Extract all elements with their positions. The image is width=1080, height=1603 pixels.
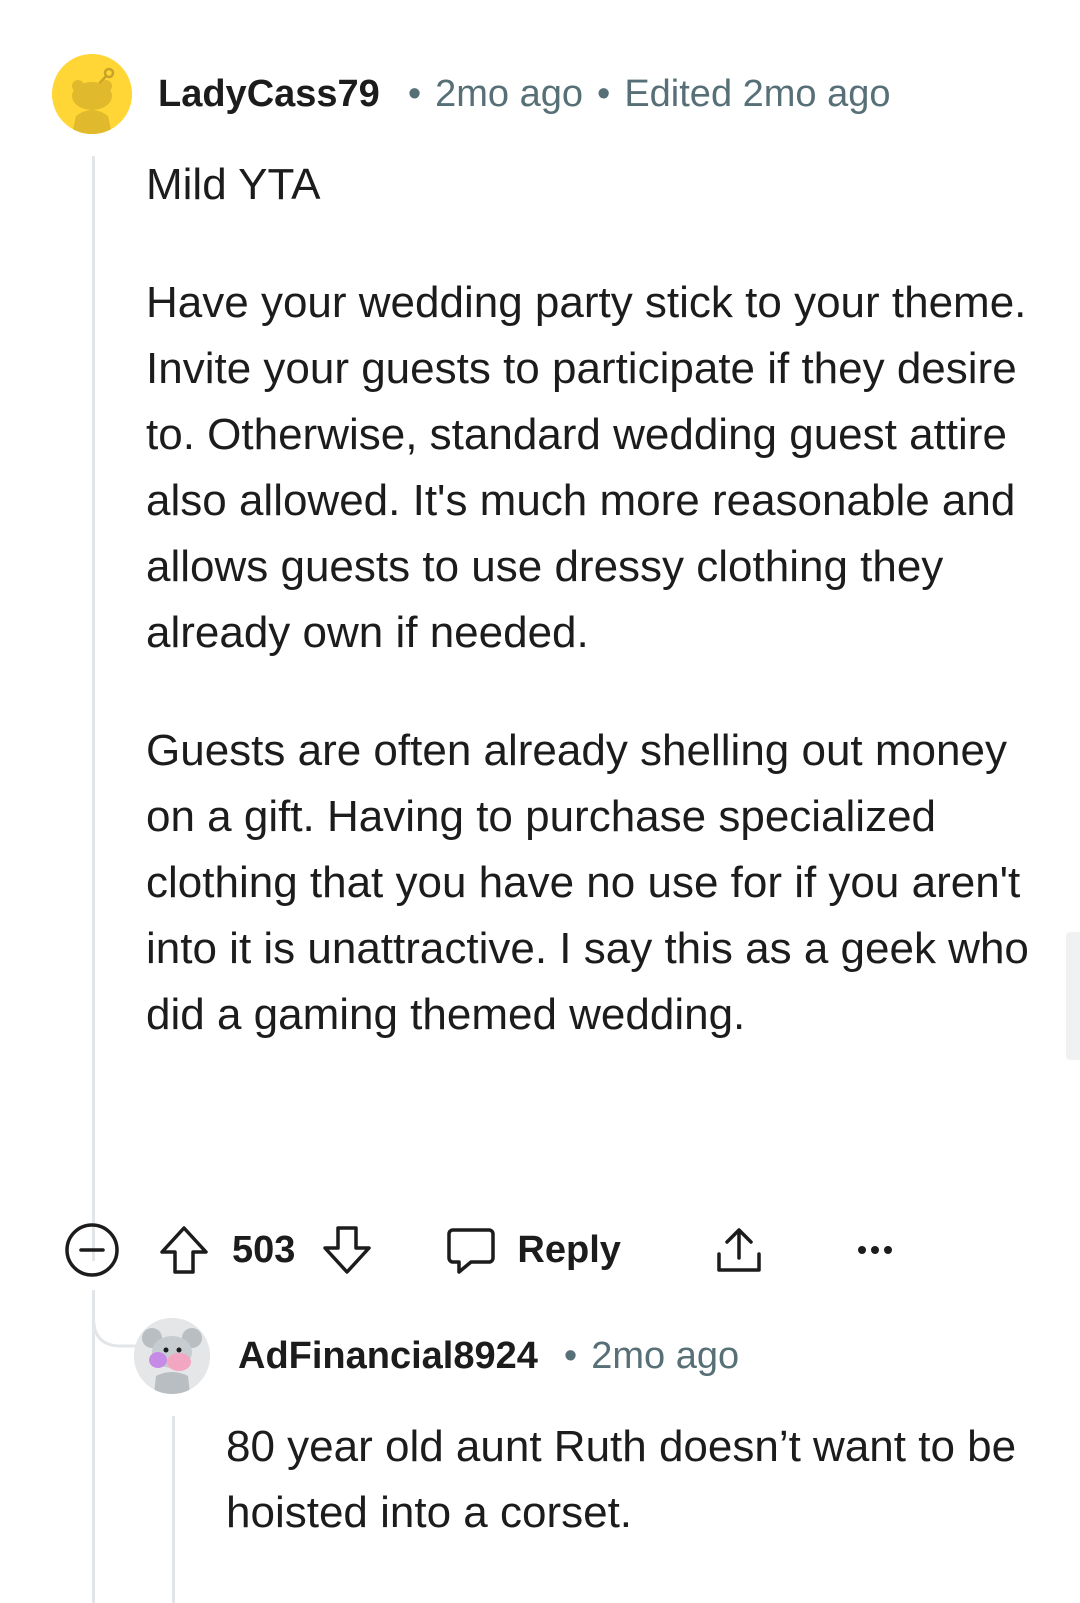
comment-edited-status: Edited 2mo ago [624,72,891,115]
comment-paragraph: Have your wedding party stick to your th… [146,278,1027,657]
share-button[interactable] [713,1224,765,1276]
downvote-button[interactable] [321,1224,373,1276]
reply-time: 2mo ago [591,1334,740,1377]
reply-meta: AdFinancial8924 • 2mo ago [238,1332,739,1380]
comment-paragraph: Guests are often already shelling out mo… [146,726,1029,1039]
comment-bubble-icon [447,1228,496,1274]
upvote-arrow-icon [160,1226,208,1274]
comment-time: 2mo ago [435,72,584,115]
comment-action-bar: 503 Reply [64,1222,895,1278]
more-options-button[interactable] [855,1224,895,1276]
avatar[interactable] [52,54,132,134]
downvote-arrow-icon [323,1226,372,1274]
thread-line-reply [172,1416,175,1603]
reply-avatar[interactable] [134,1318,210,1394]
upvote-button[interactable] [158,1224,210,1276]
reply-body: 80 year old aunt Ruth doesn’t want to be… [226,1414,1026,1546]
reply-username[interactable]: AdFinancial8924 [238,1335,538,1378]
snoo-avatar-icon [52,54,132,134]
share-icon [717,1228,761,1272]
reply-paragraph: 80 year old aunt Ruth doesn’t want to be… [226,1422,1017,1537]
comment-meta: LadyCass79 • 2mo ago • Edited 2mo ago [158,70,891,118]
thread-line-main [92,156,95,1261]
comment-username[interactable]: LadyCass79 [158,73,380,116]
scrollbar-thumb[interactable] [1066,932,1080,1060]
vote-count: 503 [232,1228,296,1271]
reply-label: Reply [517,1228,621,1271]
comment-body: Mild YTA Have your wedding party stick t… [146,152,1046,1100]
collapse-icon [65,1223,119,1277]
koala-avatar-icon [134,1318,210,1394]
reply-button[interactable]: Reply [445,1224,621,1276]
meta-separator: • [597,72,611,115]
collapse-thread-button[interactable] [64,1222,120,1278]
comment-paragraph: Mild YTA [146,160,321,209]
meta-separator: • [563,1334,578,1377]
more-options-icon [857,1246,892,1254]
meta-separator: • [407,72,422,115]
